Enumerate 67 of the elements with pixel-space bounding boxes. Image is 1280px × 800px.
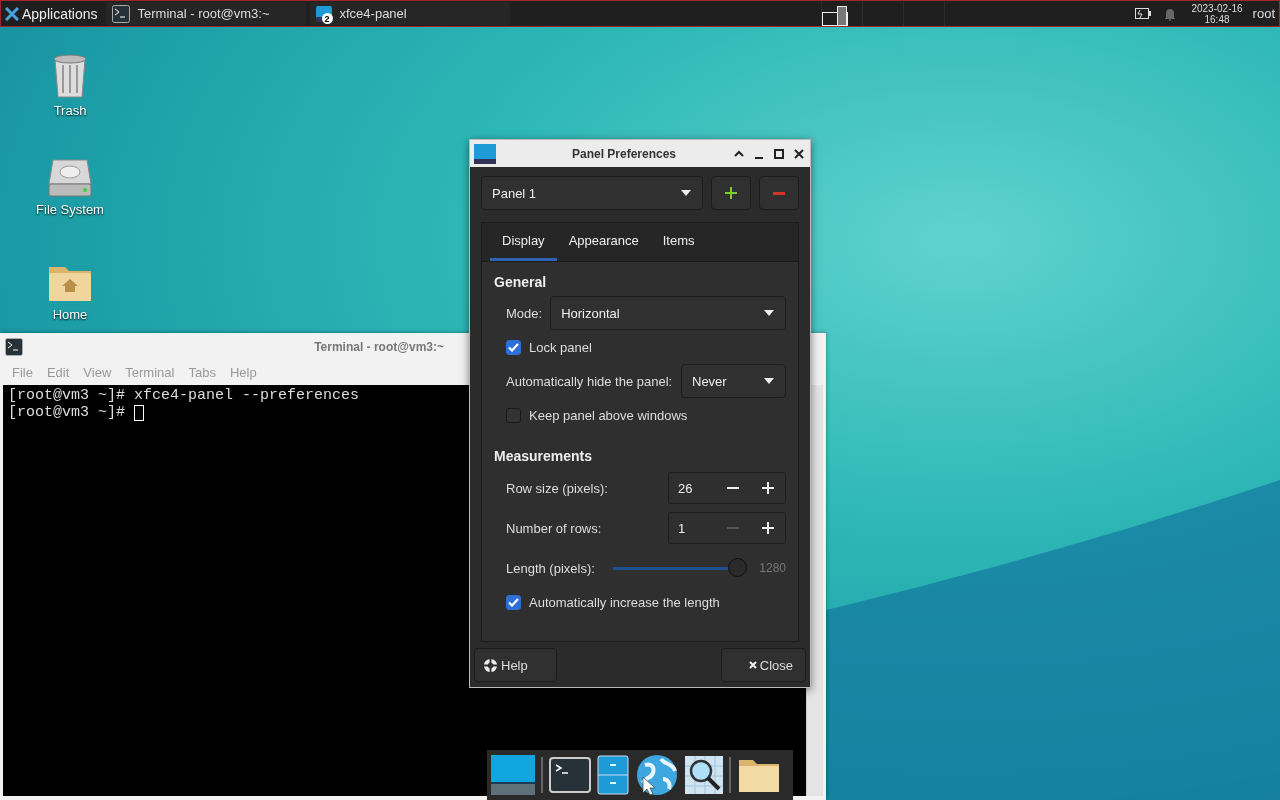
minus-icon	[726, 527, 739, 529]
cursor	[134, 404, 145, 421]
section-heading: Measurements	[494, 448, 594, 464]
check-icon	[508, 597, 519, 607]
plus-icon	[725, 187, 737, 199]
plus-icon	[761, 482, 774, 494]
battery-icon	[1135, 7, 1152, 20]
spin-field[interactable]: 26	[668, 472, 786, 504]
tab[interactable]: Appearance	[556, 223, 651, 261]
bell-icon	[1163, 6, 1178, 21]
search-icon[interactable]	[685, 756, 723, 794]
window-title: Terminal - root@vm3:~	[314, 339, 444, 354]
field-label: Mode:	[506, 305, 543, 321]
field-label: Number of rows:	[506, 520, 602, 536]
drive-icon	[47, 158, 93, 198]
help-icon	[483, 657, 498, 673]
terminal-line: [root@vm3 ~]# xfce4-panel --preferences	[8, 387, 360, 404]
terminal-app-icon	[5, 337, 23, 356]
taskbar-button[interactable]: Terminal - root@vm3:~	[105, 2, 306, 25]
window-thumbnail-icon	[822, 6, 849, 26]
close-icon	[748, 661, 757, 669]
checkbox-label[interactable]: Keep panel above windows	[529, 407, 688, 423]
checkbox[interactable]	[506, 339, 521, 355]
globe-cursor-icon[interactable]	[635, 753, 679, 797]
terminal-line: [root@vm3 ~]#	[8, 404, 127, 421]
panel-select[interactable]: Panel 1	[481, 176, 703, 210]
user-name[interactable]: root	[1252, 6, 1279, 21]
slider-thumb[interactable]	[728, 558, 748, 577]
minus-icon	[773, 191, 785, 195]
check-icon	[508, 342, 519, 352]
tab[interactable]: Items	[650, 223, 707, 261]
panel-icon	[315, 5, 332, 22]
panel-icon	[474, 143, 496, 164]
slider-value: 1280	[759, 561, 786, 575]
spin-field[interactable]: 1	[668, 512, 786, 544]
close-button[interactable]: Close	[721, 648, 806, 682]
mode-select[interactable]: Horizontal	[550, 296, 786, 330]
terminal-icon[interactable]	[549, 757, 591, 793]
checkbox[interactable]	[506, 407, 521, 423]
add-button[interactable]	[711, 176, 751, 210]
length-slider[interactable]	[613, 558, 748, 578]
applications-menu[interactable]: Applications	[1, 1, 102, 26]
window-title: Panel Preferences	[570, 146, 678, 161]
terminal-icon	[111, 4, 130, 23]
checkbox-label[interactable]: Lock panel	[529, 339, 592, 355]
xfce-logo-icon	[5, 6, 19, 21]
close-button[interactable]	[792, 146, 806, 161]
count-badge: 2	[321, 13, 333, 24]
checkbox-label[interactable]: Automatically increase the length	[529, 594, 720, 610]
caret-icon	[763, 309, 775, 317]
clock[interactable]: 2023-02-16 16:48	[1191, 2, 1243, 25]
autohide-select[interactable]: Never	[681, 364, 786, 398]
remove-button[interactable]	[759, 176, 799, 210]
trash-icon	[52, 53, 88, 99]
tab[interactable]: Display	[490, 223, 557, 261]
field-label: Automatically hide the panel:	[506, 373, 673, 389]
section-heading: General	[494, 274, 548, 290]
checkbox[interactable]	[506, 594, 521, 610]
maximize-button[interactable]	[772, 146, 786, 161]
field-label: Length (pixels):	[506, 560, 595, 576]
field-label: Row size (pixels):	[506, 480, 608, 496]
desktop-icon[interactable]	[491, 755, 535, 795]
minus-icon	[726, 487, 739, 489]
taskbar-button[interactable]: 2 xfce4-panel	[309, 2, 510, 25]
caret-icon	[680, 189, 692, 197]
plus-icon	[761, 522, 774, 534]
help-button[interactable]: Help	[474, 648, 557, 682]
